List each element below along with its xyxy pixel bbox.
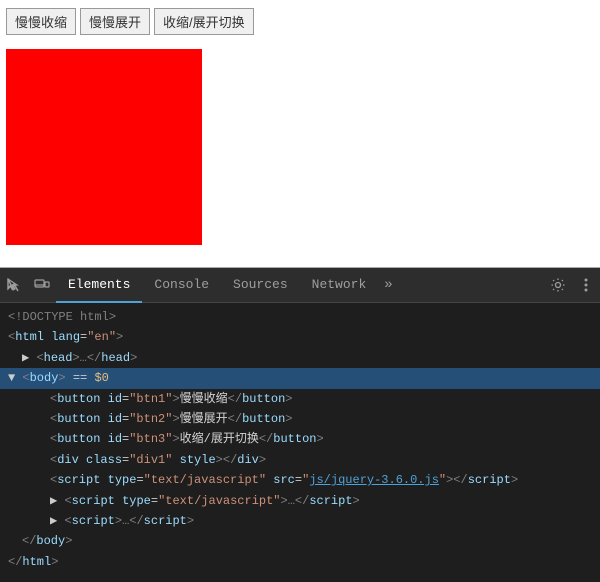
devtools-right-icons — [544, 268, 600, 303]
tab-sources[interactable]: Sources — [221, 268, 300, 303]
line-btn3: <button id="btn3">收缩/展开切换</button> — [0, 429, 600, 449]
line-html-close: </html> — [0, 552, 600, 572]
line-head: ▶ <head>…</head> — [0, 348, 600, 368]
line-btn1: <button id="btn1">慢慢收缩</button> — [0, 389, 600, 409]
line-html: <html lang="en"> — [0, 327, 600, 347]
more-options-icon[interactable] — [572, 268, 600, 303]
devtools-panel: Elements Console Sources Network » — [0, 268, 600, 582]
btn3[interactable]: 收缩/展开切换 — [154, 8, 254, 35]
buttons-row: 慢慢收缩 慢慢展开 收缩/展开切换 — [0, 0, 600, 43]
btn2[interactable]: 慢慢展开 — [80, 8, 150, 35]
devtools-toolbar: Elements Console Sources Network » — [0, 268, 600, 303]
tab-network[interactable]: Network — [300, 268, 379, 303]
devtools-code-content: <!DOCTYPE html> <html lang="en"> ▶ <head… — [0, 303, 600, 582]
line-script3: ▶ <script>…</script> — [0, 511, 600, 531]
tab-elements[interactable]: Elements — [56, 268, 142, 303]
line-script-jquery: <script type="text/javascript" src="js/j… — [0, 470, 600, 490]
tab-console[interactable]: Console — [142, 268, 221, 303]
settings-icon[interactable] — [544, 268, 572, 303]
line-doctype: <!DOCTYPE html> — [0, 307, 600, 327]
browser-page: 慢慢收缩 慢慢展开 收缩/展开切换 — [0, 0, 600, 268]
more-tabs-button[interactable]: » — [378, 268, 398, 303]
btn1[interactable]: 慢慢收缩 — [6, 8, 76, 35]
line-script2: ▶ <script type="text/javascript">…</scri… — [0, 491, 600, 511]
device-toggle-button[interactable] — [28, 268, 56, 303]
line-body[interactable]: ▼ <body> == $0 — [0, 368, 600, 388]
line-btn2: <button id="btn2">慢慢展开</button> — [0, 409, 600, 429]
inspect-element-button[interactable] — [0, 268, 28, 303]
red-box — [6, 49, 202, 245]
line-div: <div class="div1" style></div> — [0, 450, 600, 470]
line-body-close: </body> — [0, 531, 600, 551]
